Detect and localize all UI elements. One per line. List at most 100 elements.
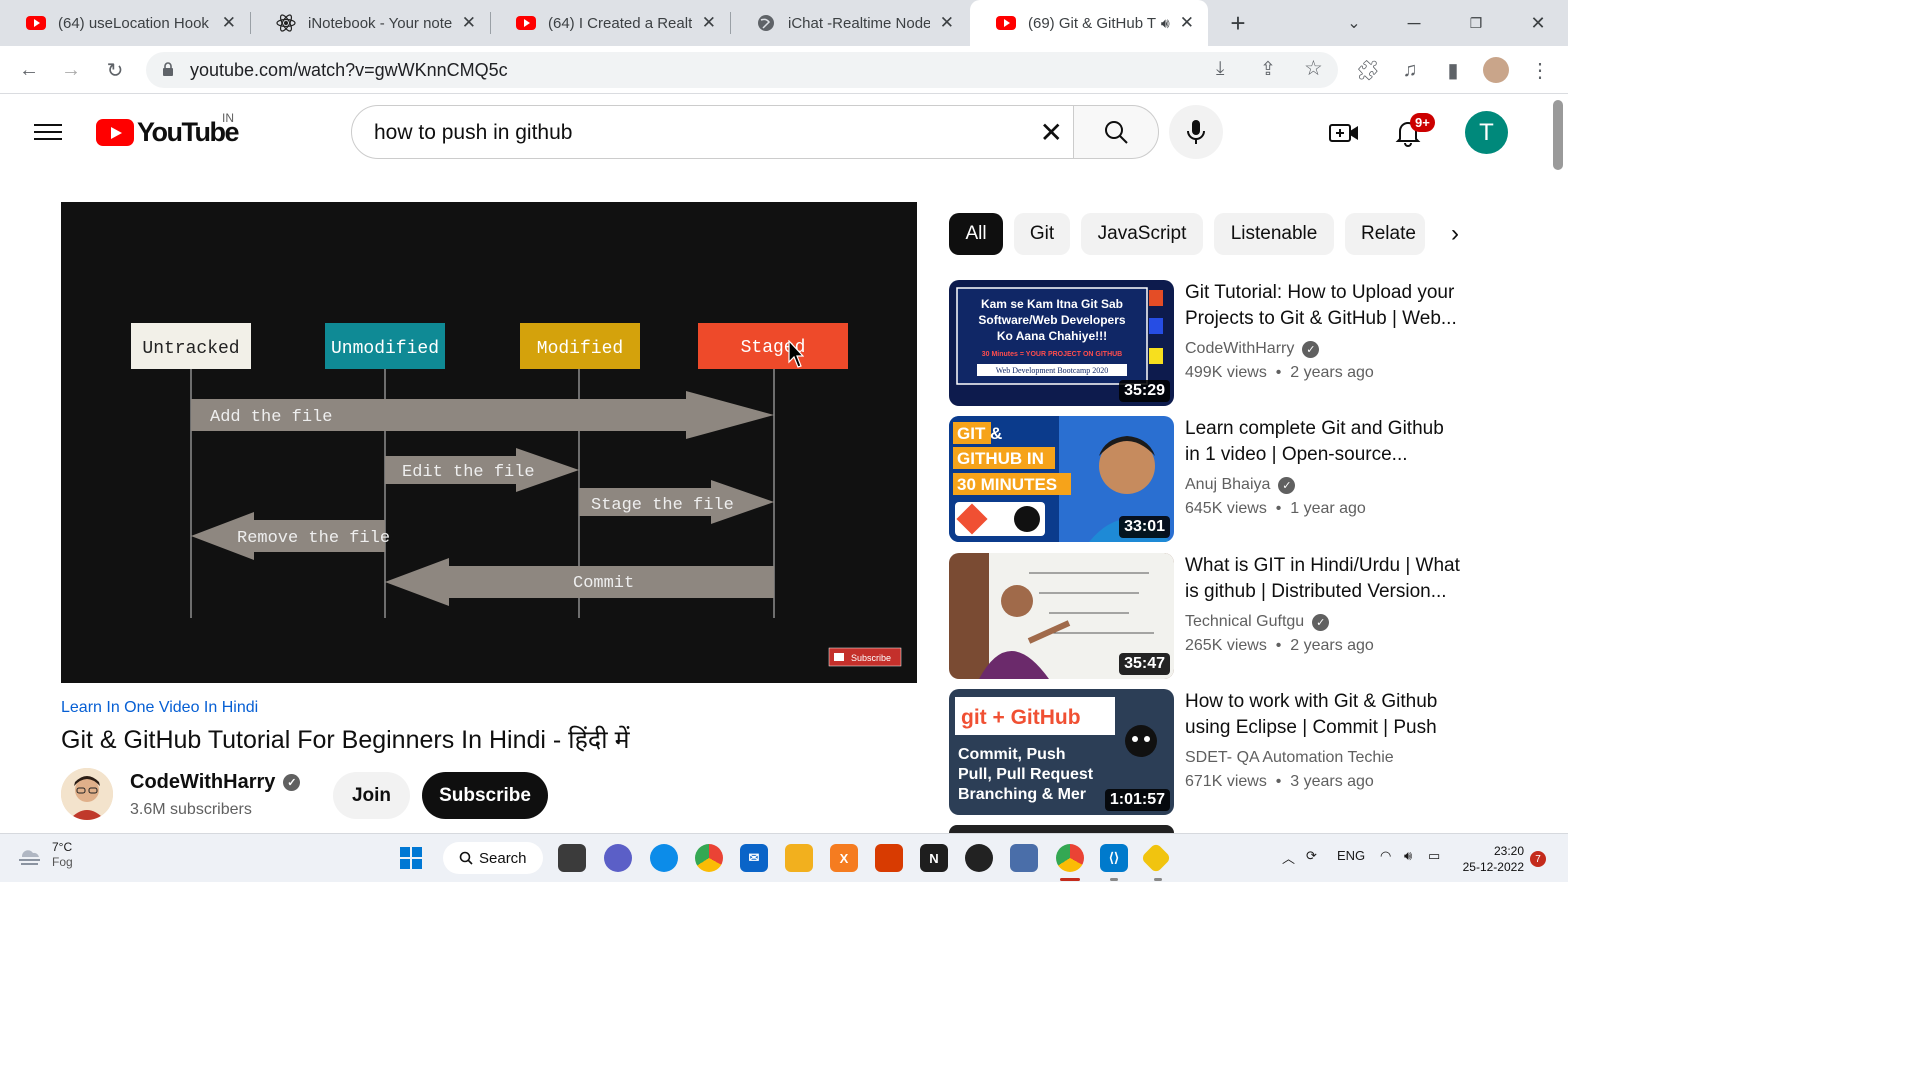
join-button[interactable]: Join (333, 772, 410, 819)
video-thumbnail-partial[interactable] (949, 825, 1174, 833)
task-view-icon[interactable] (558, 844, 586, 872)
photos-icon[interactable] (1010, 844, 1038, 872)
side-panel-icon[interactable]: ▮ (1437, 54, 1469, 86)
wifi-icon[interactable]: ◠ (1380, 848, 1391, 864)
subscribe-button[interactable]: Subscribe (422, 772, 548, 819)
channel-avatar[interactable] (61, 768, 113, 820)
video-hashtag[interactable]: Learn In One Video In Hindi (61, 699, 258, 717)
close-tab-icon[interactable]: ✕ (462, 13, 476, 33)
channel-name[interactable]: SDET- QA Automation Techie (1185, 749, 1394, 767)
channel-name[interactable]: Anuj Bhaiya ✓ (1185, 476, 1296, 494)
vscode-icon[interactable]: ⟨⟩ (1100, 844, 1128, 872)
browser-tab[interactable]: (64) useLocation Hook I ✕ (0, 0, 250, 46)
chip-related[interactable]: Relate (1345, 213, 1425, 255)
share-icon[interactable]: ⇪ (1260, 58, 1276, 81)
obs-icon[interactable] (965, 844, 993, 872)
volume-icon[interactable]: 🔊︎ (1404, 848, 1412, 864)
clear-search-icon[interactable]: ✕ (1040, 116, 1063, 149)
video-thumbnail[interactable]: git + GitHub Commit, Push Pull, Pull Req… (949, 689, 1174, 815)
sketch-app-icon[interactable] (1140, 842, 1172, 874)
address-bar[interactable]: youtube.com/watch?v=gwWKnnCMQ5c ⤓ ⇪ ☆ (146, 52, 1338, 88)
browser-menu-icon[interactable]: ⋮ (1524, 54, 1556, 86)
mail-icon[interactable]: ✉ (740, 844, 768, 872)
system-clock[interactable]: 23:20 25-12-2022 (1463, 843, 1524, 875)
profile-avatar[interactable] (1480, 54, 1512, 86)
bookmark-star-icon[interactable]: ☆ (1304, 56, 1323, 81)
scrollbar-thumb[interactable] (1553, 100, 1563, 170)
video-duration: 35:29 (1119, 380, 1170, 402)
search-button[interactable] (1073, 105, 1159, 159)
video-thumbnail[interactable]: 35:47 (949, 553, 1174, 679)
channel-name[interactable]: CodeWithHarry ✓ (1185, 340, 1320, 358)
notification-count-badge[interactable]: 7 (1530, 851, 1546, 867)
search-input[interactable]: how to push in github (374, 121, 572, 145)
taskbar-search[interactable]: Search (443, 842, 543, 874)
video-player[interactable]: Untracked Unmodified Modified Staged Add… (61, 202, 917, 683)
tab-search-button[interactable]: ⌄ (1324, 0, 1384, 46)
channel-name[interactable]: CodeWithHarry ✓ (130, 771, 301, 794)
globe-icon (756, 13, 776, 33)
chrome-icon[interactable] (695, 844, 723, 872)
video-thumbnail[interactable]: Kam se Kam Itna Git Sab Software/Web Dev… (949, 280, 1174, 406)
recommended-video[interactable]: git + GitHub Commit, Push Pull, Pull Req… (949, 689, 1469, 815)
chip-listenable[interactable]: Listenable (1214, 213, 1334, 255)
restore-button[interactable]: ❐ (1446, 0, 1506, 46)
browser-tab-active[interactable]: (69) Git & GitHub T 🔊︎ ✕ (970, 0, 1208, 46)
video-duration: 35:47 (1119, 653, 1170, 675)
youtube-logo[interactable]: YouTube IN (96, 111, 239, 148)
close-tab-icon[interactable]: ✕ (702, 13, 716, 33)
battery-icon[interactable]: ▭ (1428, 848, 1440, 864)
browser-tab[interactable]: iChat -Realtime Node S ✕ (730, 0, 968, 46)
channel-name[interactable]: Technical Guftgu ✓ (1185, 613, 1330, 631)
reload-button[interactable]: ↻ (99, 54, 131, 86)
browser-tab[interactable]: iNotebook - Your notes ✕ (250, 0, 490, 46)
new-tab-button[interactable]: + (1222, 7, 1254, 39)
chevron-right-icon[interactable]: › (1440, 219, 1470, 249)
notion-icon[interactable]: N (920, 844, 948, 872)
close-tab-icon[interactable]: ✕ (222, 13, 236, 33)
sync-icon[interactable]: ⟳ (1306, 848, 1317, 864)
chip-all[interactable]: All (949, 213, 1003, 255)
office-icon[interactable] (875, 844, 903, 872)
video-title[interactable]: Learn complete Git and Github in 1 video… (1185, 416, 1461, 468)
video-thumbnail[interactable]: GIT & GITHUB IN 30 MINUTES 33:01 (949, 416, 1174, 542)
back-button[interactable]: ← (13, 54, 45, 86)
close-tab-icon[interactable]: ✕ (1180, 13, 1194, 33)
chip-git[interactable]: Git (1014, 213, 1070, 255)
video-title[interactable]: How to work with Git & Github using Ecli… (1185, 689, 1461, 741)
thumbnail-text: 30 MINUTES (957, 475, 1057, 494)
chevron-up-icon[interactable]: ︿ (1282, 848, 1295, 867)
browser-tab[interactable]: (64) I Created a Realtim ✕ (490, 0, 730, 46)
recommended-video[interactable]: 35:47 What is GIT in Hindi/Urdu | What i… (949, 553, 1469, 679)
search-box[interactable]: how to push in github ✕ (351, 105, 1074, 159)
xampp-icon[interactable]: X (830, 844, 858, 872)
media-controls-icon[interactable]: ♫ (1394, 54, 1426, 86)
video-title[interactable]: What is GIT in Hindi/Urdu | What is gith… (1185, 553, 1461, 605)
forward-button[interactable]: → (55, 54, 87, 86)
menu-icon[interactable] (30, 119, 66, 147)
weather-widget[interactable]: 7°C Fog (16, 840, 73, 870)
file-explorer-icon[interactable] (785, 844, 813, 872)
language-indicator[interactable]: ENG (1337, 848, 1365, 863)
chrome-profile-icon[interactable] (1056, 844, 1084, 872)
voice-search-button[interactable] (1169, 105, 1223, 159)
speaker-icon[interactable]: 🔊︎ (1161, 15, 1170, 32)
extensions-icon[interactable]: 🧩︎ (1352, 54, 1384, 86)
account-avatar[interactable]: T (1465, 111, 1508, 154)
chip-javascript[interactable]: JavaScript (1081, 213, 1203, 255)
video-title[interactable]: Git Tutorial: How to Upload your Project… (1185, 280, 1461, 332)
install-icon[interactable]: ⤓ (1216, 58, 1224, 80)
page-scrollbar[interactable] (1551, 95, 1568, 833)
create-video-button[interactable] (1322, 111, 1366, 155)
chat-icon[interactable] (604, 844, 632, 872)
edge-icon[interactable] (650, 844, 678, 872)
tab-title: iNotebook - Your notes (308, 14, 452, 32)
recommended-video[interactable]: GIT & GITHUB IN 30 MINUTES 33:01 Learn c… (949, 416, 1469, 542)
recommended-video[interactable]: Kam se Kam Itna Git Sab Software/Web Dev… (949, 280, 1469, 406)
minimize-button[interactable]: ─ (1384, 0, 1444, 46)
windows-start-icon[interactable] (397, 844, 425, 872)
close-window-button[interactable]: ✕ (1508, 0, 1568, 46)
tab-title: (64) I Created a Realtim (548, 14, 692, 32)
close-tab-icon[interactable]: ✕ (940, 13, 954, 33)
video-duration: 33:01 (1119, 516, 1170, 538)
